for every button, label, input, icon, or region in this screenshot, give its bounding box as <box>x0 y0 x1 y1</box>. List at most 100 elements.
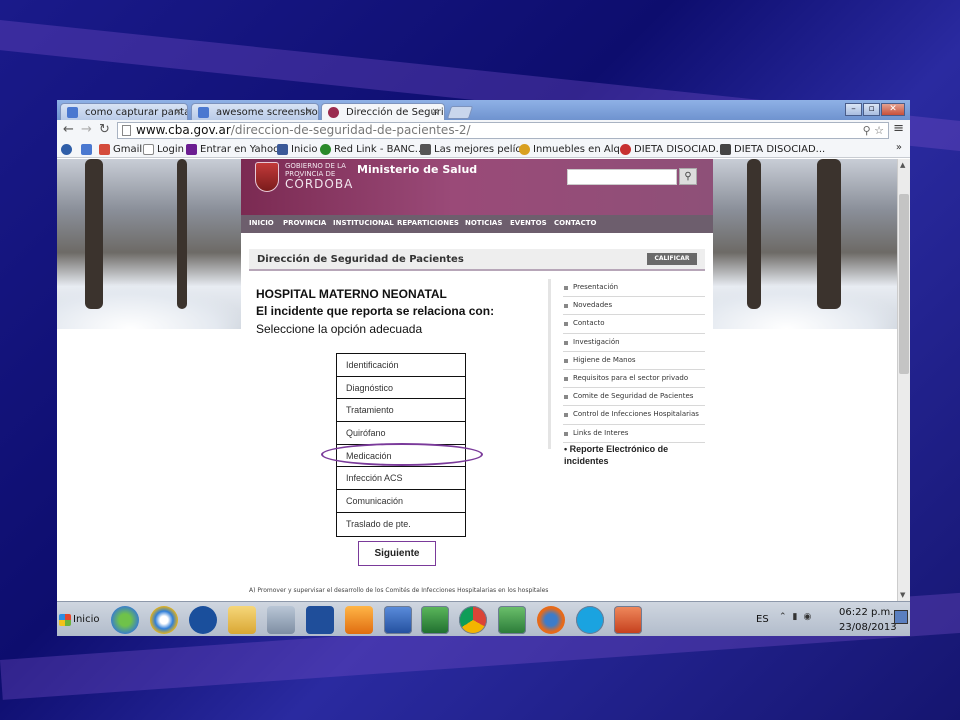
sidebar-item-requisitos[interactable]: Requisitos para el sector privado <box>563 370 705 389</box>
bookmark-inicio[interactable]: Inicio <box>277 143 317 156</box>
option-infeccion-acs[interactable]: Infección ACS <box>337 467 465 491</box>
bookmark-dieta-1[interactable]: DIETA DISOCIAD... <box>620 143 725 156</box>
clock-date[interactable]: 23/08/2013 <box>839 622 897 633</box>
bookmark-redlink[interactable]: Red Link - BANC... <box>320 143 424 156</box>
new-tab-button[interactable] <box>446 106 474 119</box>
tab-direccion-seguridad[interactable]: Dirección de Segurida × <box>321 103 445 120</box>
bookmarks-more[interactable]: » <box>896 142 902 153</box>
option-traslado[interactable]: Traslado de pte. <box>337 513 465 536</box>
nav-inicio[interactable]: INICIO <box>249 219 274 227</box>
menu-icon[interactable]: ≡ <box>893 121 904 136</box>
tab-awesome-screenshot[interactable]: awesome screenshot c × <box>191 103 319 120</box>
nav-reparticiones[interactable]: REPARTICIONES <box>397 219 459 227</box>
sidebar-item-presentacion[interactable]: Presentación <box>563 279 705 298</box>
nav-eventos[interactable]: EVENTOS <box>510 219 547 227</box>
sidebar-item-comite[interactable]: Comite de Seguridad de Pacientes <box>563 388 705 407</box>
incident-question: El incidente que reporta se relaciona co… <box>256 304 495 318</box>
sidebar-item-higiene[interactable]: Higiene de Manos <box>563 352 705 370</box>
tray-icons[interactable]: ⌃▮◉ <box>779 612 817 622</box>
skype-icon[interactable] <box>576 606 604 634</box>
option-diagnostico[interactable]: Diagnóstico <box>337 377 465 400</box>
close-icon[interactable]: × <box>174 104 182 120</box>
vertical-scrollbar[interactable]: ▲ ▼ <box>897 159 910 601</box>
nav-institucional[interactable]: INSTITUCIONAL <box>333 219 394 227</box>
scroll-up-icon[interactable]: ▲ <box>900 161 905 169</box>
excel-icon[interactable] <box>421 606 449 634</box>
apple-icon <box>620 144 631 155</box>
maximize-button[interactable]: ▫ <box>863 103 880 116</box>
web-page: GOBIERNO DE LA PROVINCIA DE CÓRDOBA Mini… <box>57 159 897 601</box>
forward-icon[interactable]: → <box>81 122 92 138</box>
select-instruction: Seleccione la opción adecuada <box>256 322 423 336</box>
clock-time[interactable]: 06:22 p.m. <box>839 607 893 618</box>
windows-flag-icon <box>59 614 71 626</box>
google-icon <box>67 107 78 118</box>
tree-trunk <box>747 159 761 309</box>
scroll-down-icon[interactable]: ▼ <box>900 591 905 599</box>
nav-noticias[interactable]: NOTICIAS <box>465 219 502 227</box>
title-bar: como capturar pantalla × awesome screens… <box>57 100 910 120</box>
reporte-electronico-link[interactable]: • Reporte Electrónico de incidentes <box>564 443 684 467</box>
folder-icon[interactable] <box>228 606 256 634</box>
minimize-button[interactable]: – <box>845 103 862 116</box>
tree-trunk <box>85 159 103 309</box>
facebook-icon <box>277 144 288 155</box>
sidebar-item-control[interactable]: Control de Infecciones Hospitalarias <box>563 406 705 425</box>
reload-icon[interactable]: ↻ <box>99 122 110 138</box>
tab-como-capturar[interactable]: como capturar pantalla × <box>60 103 188 120</box>
url-host: www.cba.gov.ar <box>136 123 231 137</box>
option-identificacion[interactable]: Identificación <box>337 354 465 377</box>
zoom-star-icons[interactable]: ⚲ ☆ <box>863 123 884 138</box>
link-icon <box>519 144 530 155</box>
content-header: Dirección de Seguridad de Pacientes CALI… <box>249 249 705 271</box>
calculator-icon[interactable] <box>267 606 295 634</box>
show-desktop-button[interactable] <box>894 610 908 624</box>
close-icon[interactable]: × <box>305 104 313 120</box>
bookmarks-bar: Gmail Login Entrar en Yahoo! Inicio Red … <box>57 141 910 158</box>
calificar-button[interactable]: CALIFICAR <box>647 253 697 265</box>
close-window-button[interactable]: ✕ <box>881 103 905 116</box>
excel-2-icon[interactable] <box>498 606 526 634</box>
column-divider <box>548 279 551 449</box>
address-bar[interactable]: www.cba.gov.ar/direccion-de-seguridad-de… <box>117 122 889 139</box>
bookmark-yahoo[interactable]: Entrar en Yahoo! <box>186 143 283 156</box>
nav-contacto[interactable]: CONTACTO <box>554 219 596 227</box>
check-app-icon[interactable] <box>306 606 334 634</box>
option-tratamiento[interactable]: Tratamiento <box>337 399 465 423</box>
sidebar-item-novedades[interactable]: Novedades <box>563 297 705 316</box>
media-player-icon[interactable] <box>345 606 373 634</box>
content-footer-text: A) Promover y supervisar el desarrollo d… <box>249 587 549 594</box>
chrome-icon[interactable] <box>459 606 487 634</box>
option-quirofano[interactable]: Quirófano <box>337 422 465 445</box>
back-icon[interactable]: ← <box>63 122 74 138</box>
bookmark-inmuebles[interactable]: Inmuebles en Alq... <box>519 143 629 156</box>
next-button[interactable]: Siguiente <box>358 541 436 566</box>
option-comunicacion[interactable]: Comunicación <box>337 490 465 513</box>
nav-provincia[interactable]: PROVINCIA <box>283 219 326 227</box>
bookmark-peliculas[interactable]: Las mejores pelíc... <box>420 143 530 156</box>
bookmark-login[interactable]: Login <box>143 143 184 156</box>
close-icon[interactable]: × <box>431 104 439 120</box>
search-icon[interactable]: ⚲ <box>679 168 697 185</box>
tree-trunk <box>177 159 187 309</box>
internet-explorer-icon[interactable] <box>150 606 178 634</box>
sidebar-item-investigacion[interactable]: Investigación <box>563 334 705 352</box>
powerpoint-icon[interactable] <box>614 606 642 634</box>
page-title: Dirección de Seguridad de Pacientes <box>257 254 464 265</box>
scroll-thumb[interactable] <box>899 194 909 374</box>
messenger-icon[interactable] <box>111 606 139 634</box>
bookmark-dieta-2[interactable]: DIETA DISOCIAD... <box>720 143 825 156</box>
redlink-icon <box>320 144 331 155</box>
language-indicator[interactable]: ES <box>756 614 769 625</box>
site-logo[interactable]: GOBIERNO DE LA PROVINCIA DE CÓRDOBA <box>285 162 353 190</box>
start-button[interactable]: Inicio <box>59 610 101 630</box>
sidebar-item-contacto[interactable]: Contacto <box>563 315 705 334</box>
sidebar-item-links[interactable]: Links de Interes <box>563 425 705 443</box>
firefox-icon[interactable] <box>537 606 565 634</box>
bookmark-gmail[interactable]: Gmail <box>99 143 142 156</box>
site-search-input[interactable] <box>567 169 677 185</box>
page-icon <box>122 125 131 136</box>
tree-trunk <box>817 159 841 309</box>
word-icon[interactable] <box>384 606 412 634</box>
hp-icon[interactable] <box>189 606 217 634</box>
